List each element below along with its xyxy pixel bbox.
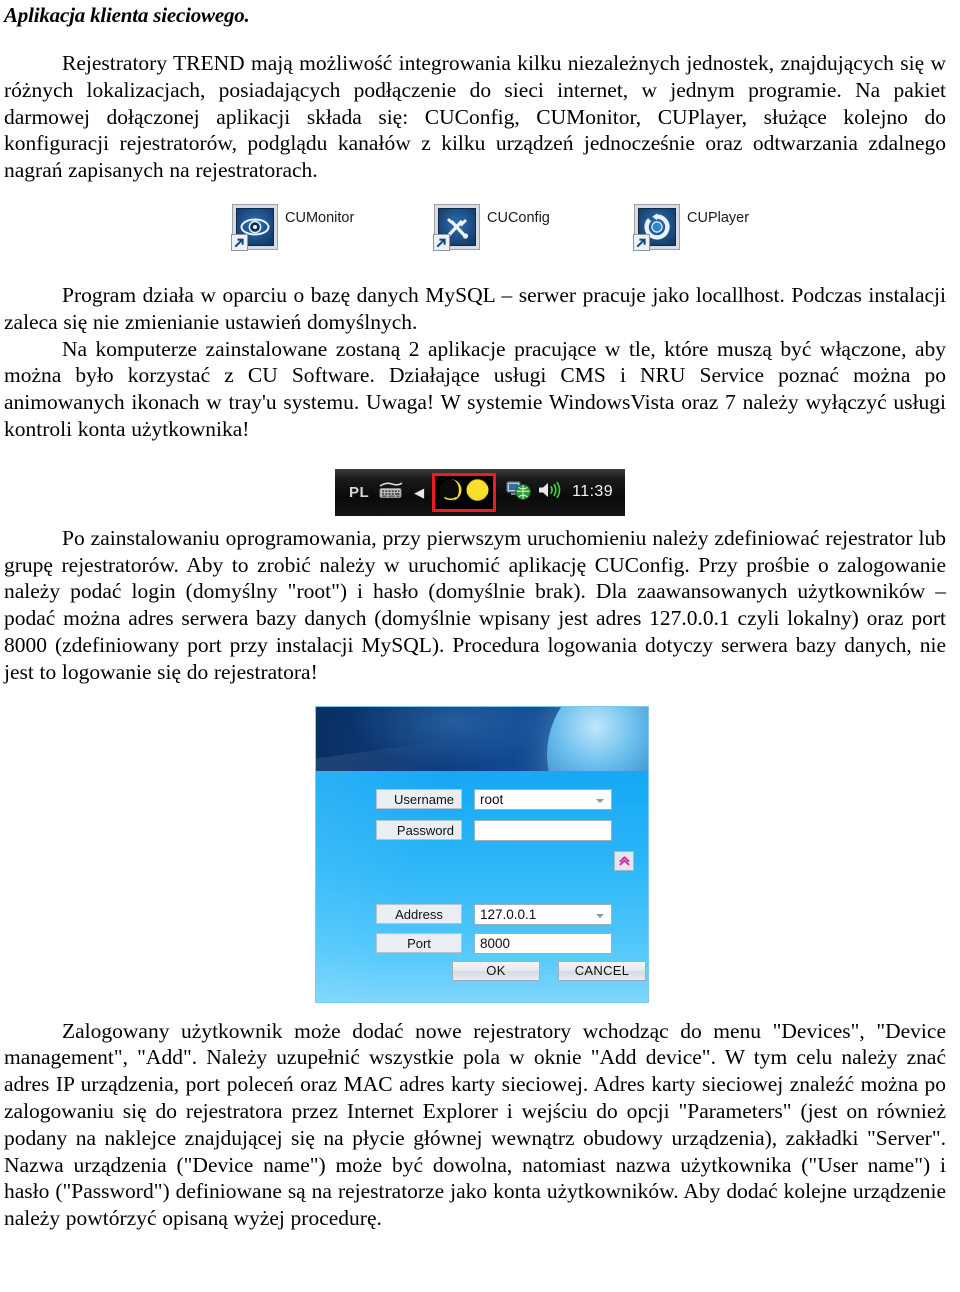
cms-service-icon[interactable] <box>438 477 463 508</box>
paragraph-mysql: Program działa w oparciu o bazę danych M… <box>4 283 946 334</box>
cancel-button[interactable]: CANCEL <box>558 960 646 981</box>
login-dialog-figure: Username root Password Address 127.0.0.1 <box>2 702 952 1014</box>
paragraph-services: Na komputerze zainstalowane zostaną 2 ap… <box>4 336 946 442</box>
chevron-left-icon[interactable]: ◀ <box>414 486 424 499</box>
username-row: Username root <box>376 788 612 810</box>
tray-clock[interactable]: 11:39 <box>572 483 613 501</box>
network-icon[interactable] <box>506 479 532 506</box>
port-row: Port 8000 <box>376 932 612 954</box>
address-row: Address 127.0.0.1 <box>376 903 612 925</box>
port-label: Port <box>376 933 462 954</box>
shortcut-label: CUMonitor <box>285 210 355 227</box>
shortcut-arrow-icon <box>433 234 450 252</box>
username-input[interactable]: root <box>474 788 612 810</box>
highlighted-tray-icons <box>432 472 497 512</box>
username-label: Username <box>376 789 462 810</box>
cuplayer-icon-frame <box>633 204 680 252</box>
cuconfig-icon-frame <box>433 204 480 252</box>
cumonitor-icon-frame <box>231 204 278 252</box>
dialog-banner <box>316 706 648 771</box>
address-label: Address <box>376 904 462 925</box>
port-input[interactable]: 8000 <box>474 932 612 954</box>
banner-glow <box>349 706 556 767</box>
system-tray: PL ◀ 11:39 <box>335 468 625 516</box>
cuconfig-login-dialog: Username root Password Address 127.0.0.1 <box>315 705 649 1003</box>
paragraph-first-run: Po zainstalowaniu oprogramowania, przy p… <box>4 525 946 684</box>
page-title: Aplikacja klienta sieciowego. <box>4 3 250 27</box>
keyboard-icon[interactable] <box>378 481 404 504</box>
shortcut-label: CUConfig <box>487 210 550 227</box>
shortcut-arrow-icon <box>633 234 650 252</box>
address-input[interactable]: 127.0.0.1 <box>474 903 612 925</box>
shortcut-icons-figure: CUMonitor CUConfig CUPlayer <box>2 198 952 262</box>
password-row: Password <box>376 819 612 841</box>
paragraph-intro: Rejestratory TREND mają możliwość integr… <box>4 51 946 183</box>
shortcut-cuconfig[interactable]: CUConfig <box>433 204 550 252</box>
double-chevron-up-icon[interactable] <box>614 850 634 871</box>
shortcut-label: CUPlayer <box>687 210 750 227</box>
planet-graphic <box>547 706 648 771</box>
shortcut-cuplayer[interactable]: CUPlayer <box>633 204 750 252</box>
password-label: Password <box>376 820 462 841</box>
dialog-body: Username root Password Address 127.0.0.1 <box>316 737 648 1002</box>
password-input[interactable] <box>474 819 612 841</box>
speaker-icon[interactable] <box>537 480 563 505</box>
nru-service-icon[interactable] <box>465 477 490 508</box>
system-tray-figure: PL ◀ 11:39 <box>2 461 952 523</box>
tray-language-indicator[interactable]: PL <box>349 484 369 501</box>
shortcut-cumonitor[interactable]: CUMonitor <box>231 204 355 252</box>
ok-button[interactable]: OK <box>452 960 540 981</box>
document-page: Aplikacja klienta sieciowego. Rejestrato… <box>0 3 960 1292</box>
paragraph-add-device: Zalogowany użytkownik może dodać nowe re… <box>4 1018 946 1231</box>
shortcut-arrow-icon <box>231 234 248 252</box>
